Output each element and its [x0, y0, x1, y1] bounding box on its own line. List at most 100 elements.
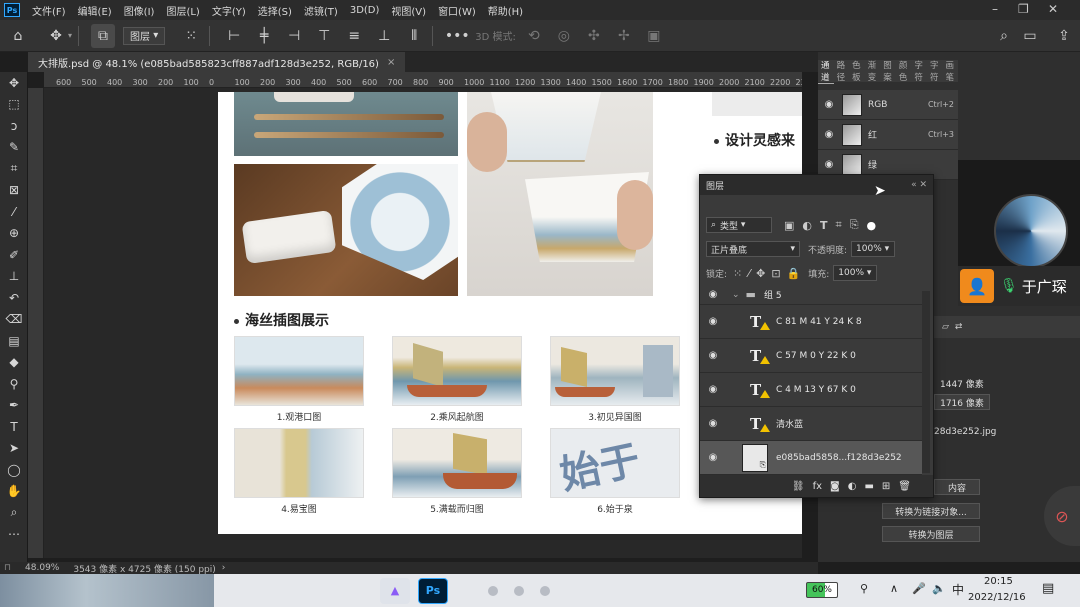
auto-select-icon[interactable]: ⧉	[91, 23, 116, 48]
document-info[interactable]: 3543 像素 x 4725 像素 (150 ppi)	[73, 562, 215, 575]
path-select-tool-icon[interactable]: ➤	[0, 438, 28, 460]
align-bottom-icon[interactable]: ⊥	[372, 24, 396, 48]
convert-to-layers-button[interactable]: 转换为图层	[882, 526, 980, 542]
notification-icon[interactable]: ▤	[1042, 581, 1054, 596]
eyedropper-tool-icon[interactable]: ⁄	[0, 201, 28, 223]
battery-indicator[interactable]: 60%	[806, 582, 838, 598]
app-icon[interactable]: ▲	[380, 577, 410, 604]
menu-help[interactable]: 帮助(H)	[482, 3, 529, 18]
search-icon[interactable]: ⌕	[992, 24, 1016, 48]
chevron-up-icon[interactable]: ∧	[890, 582, 898, 595]
distribute-icon[interactable]: ⦀	[402, 24, 426, 48]
align-left-icon[interactable]: ⊢	[222, 24, 246, 48]
delete-layer-icon[interactable]: 🗑	[898, 481, 911, 492]
slide-3d-icon[interactable]: ✢	[612, 24, 636, 48]
align-top-icon[interactable]: ⊤	[312, 24, 336, 48]
hand-tool-icon[interactable]: ✋	[0, 481, 28, 503]
embed-content-button[interactable]: 内容	[934, 479, 980, 495]
dodge-tool-icon[interactable]: ⚲	[0, 373, 28, 395]
eye-icon[interactable]: ◉	[822, 99, 836, 110]
menu-layer[interactable]: 图层(L)	[160, 3, 205, 18]
filter-pixel-icon[interactable]: ▣	[784, 219, 794, 232]
clock-date[interactable]: 2022/12/16	[968, 592, 1026, 603]
restore-icon[interactable]: ❐	[1018, 2, 1029, 16]
chevron-down-icon[interactable]: ⌄	[732, 290, 740, 300]
more-options-icon[interactable]: •••	[445, 24, 470, 48]
frame-tool-icon[interactable]: ⊠	[0, 180, 28, 202]
menu-image[interactable]: 图像(I)	[118, 3, 161, 18]
blend-mode-dropdown[interactable]: 正片叠底 ▾	[706, 241, 800, 257]
zoom-level[interactable]: 48.09%	[25, 563, 59, 573]
filter-toggle-icon[interactable]: ●	[867, 219, 877, 232]
layer-group-row[interactable]: ◉ ⌄ ▬ 组 5	[700, 285, 922, 305]
channel-row[interactable]: ◉ 红 Ctrl+3	[818, 120, 958, 150]
microphone-tray-icon[interactable]: 🎤	[912, 582, 926, 595]
layer-row[interactable]: ◉ T C 4 M 13 Y 67 K 0	[700, 373, 922, 407]
lock-artboard-icon[interactable]: ⊡	[771, 267, 780, 280]
layers-scrollbar[interactable]	[922, 291, 930, 473]
layers-panel-header[interactable]: 图层 « ✕	[700, 175, 933, 195]
eye-icon[interactable]: ◉	[706, 350, 720, 361]
menu-edit[interactable]: 编辑(E)	[72, 3, 118, 18]
tab-brushes[interactable]: 画笔	[943, 59, 959, 83]
eye-icon[interactable]: ◉	[706, 316, 720, 327]
properties-link-icon[interactable]: ⇄	[955, 322, 963, 332]
pan-3d-icon[interactable]: ✣	[582, 24, 606, 48]
healing-tool-icon[interactable]: ⊕	[0, 223, 28, 245]
collapse-panel-icon[interactable]: « ✕	[911, 180, 927, 190]
page-dot[interactable]	[488, 585, 498, 596]
layer-row[interactable]: ◉ T C 81 M 41 Y 24 K 8	[700, 305, 922, 339]
tab-character-2[interactable]: 字符	[927, 59, 943, 83]
tab-paths[interactable]: 路径	[834, 59, 850, 83]
page-dot[interactable]	[540, 585, 550, 596]
menu-view[interactable]: 视图(V)	[385, 3, 432, 18]
lock-transparent-icon[interactable]: ⁙	[733, 267, 742, 280]
filter-type-icon[interactable]: T	[820, 219, 828, 232]
eye-icon[interactable]: ◉	[822, 159, 836, 170]
gradient-tool-icon[interactable]: ▤	[0, 330, 28, 352]
align-center-icon[interactable]: ╪	[252, 24, 276, 48]
mask-icon[interactable]: ◙	[830, 481, 840, 492]
properties-shape-icon[interactable]: ▱	[942, 322, 949, 332]
tab-swatches[interactable]: 色板	[849, 59, 865, 83]
tab-channels[interactable]: 通道	[818, 59, 834, 84]
new-layer-icon[interactable]: ⊞	[882, 481, 890, 492]
eye-icon[interactable]: ◉	[706, 384, 720, 395]
layer-row-selected[interactable]: ◉ ⎘ e085bad5858...f128d3e252	[700, 441, 922, 475]
eye-icon[interactable]: ◉	[706, 289, 720, 300]
move-tool-icon[interactable]: ✥	[0, 72, 28, 94]
zoom-tool-icon[interactable]: ⌕	[0, 502, 28, 524]
link-layers-icon[interactable]: ⛓	[792, 481, 805, 492]
brush-tool-icon[interactable]: ✐	[0, 244, 28, 266]
workspace-icon[interactable]: ▭	[1018, 24, 1042, 48]
lock-all-icon[interactable]: 🔒	[787, 267, 801, 280]
user-network-icon[interactable]: ⚲	[860, 582, 868, 595]
align-right-icon[interactable]: ⊣	[282, 24, 306, 48]
opacity-input[interactable]: 100% ▾	[851, 241, 896, 257]
eraser-tool-icon[interactable]: ⌫	[0, 309, 28, 331]
lock-move-icon[interactable]: ✥	[756, 267, 765, 280]
share-icon[interactable]: ⇪	[1052, 24, 1076, 48]
eye-icon[interactable]: ◉	[706, 418, 720, 429]
eye-icon[interactable]: ◉	[822, 129, 836, 140]
layer-filter-dropdown[interactable]: ⌕ 类型 ▾	[706, 217, 772, 233]
ime-indicator[interactable]: 中	[952, 581, 964, 598]
new-group-icon[interactable]: ▬	[864, 481, 873, 492]
layer-row[interactable]: ◉ T 清水蓝	[700, 407, 922, 441]
history-brush-icon[interactable]: ↶	[0, 287, 28, 309]
marquee-tool-icon[interactable]: ⬚	[0, 94, 28, 116]
minimize-icon[interactable]: –	[992, 2, 998, 16]
scale-3d-icon[interactable]: ▣	[642, 24, 666, 48]
tab-character[interactable]: 字符	[911, 59, 927, 83]
chevron-down-icon[interactable]: ▾	[68, 31, 72, 40]
close-window-icon[interactable]: ✕	[1048, 2, 1058, 16]
filter-adjust-icon[interactable]: ◐	[802, 219, 812, 232]
photoshop-taskbar-icon[interactable]: Ps	[418, 577, 448, 604]
orbit-3d-icon[interactable]: ⟲	[522, 24, 546, 48]
microphone-icon[interactable]: 🎙	[1000, 278, 1018, 294]
menu-select[interactable]: 选择(S)	[252, 3, 298, 18]
close-tab-icon[interactable]: ×	[387, 57, 395, 68]
home-icon[interactable]: ⌂	[6, 24, 30, 48]
tab-patterns[interactable]: 图案	[880, 59, 896, 83]
status-expand-icon[interactable]: ⊓	[4, 563, 11, 573]
